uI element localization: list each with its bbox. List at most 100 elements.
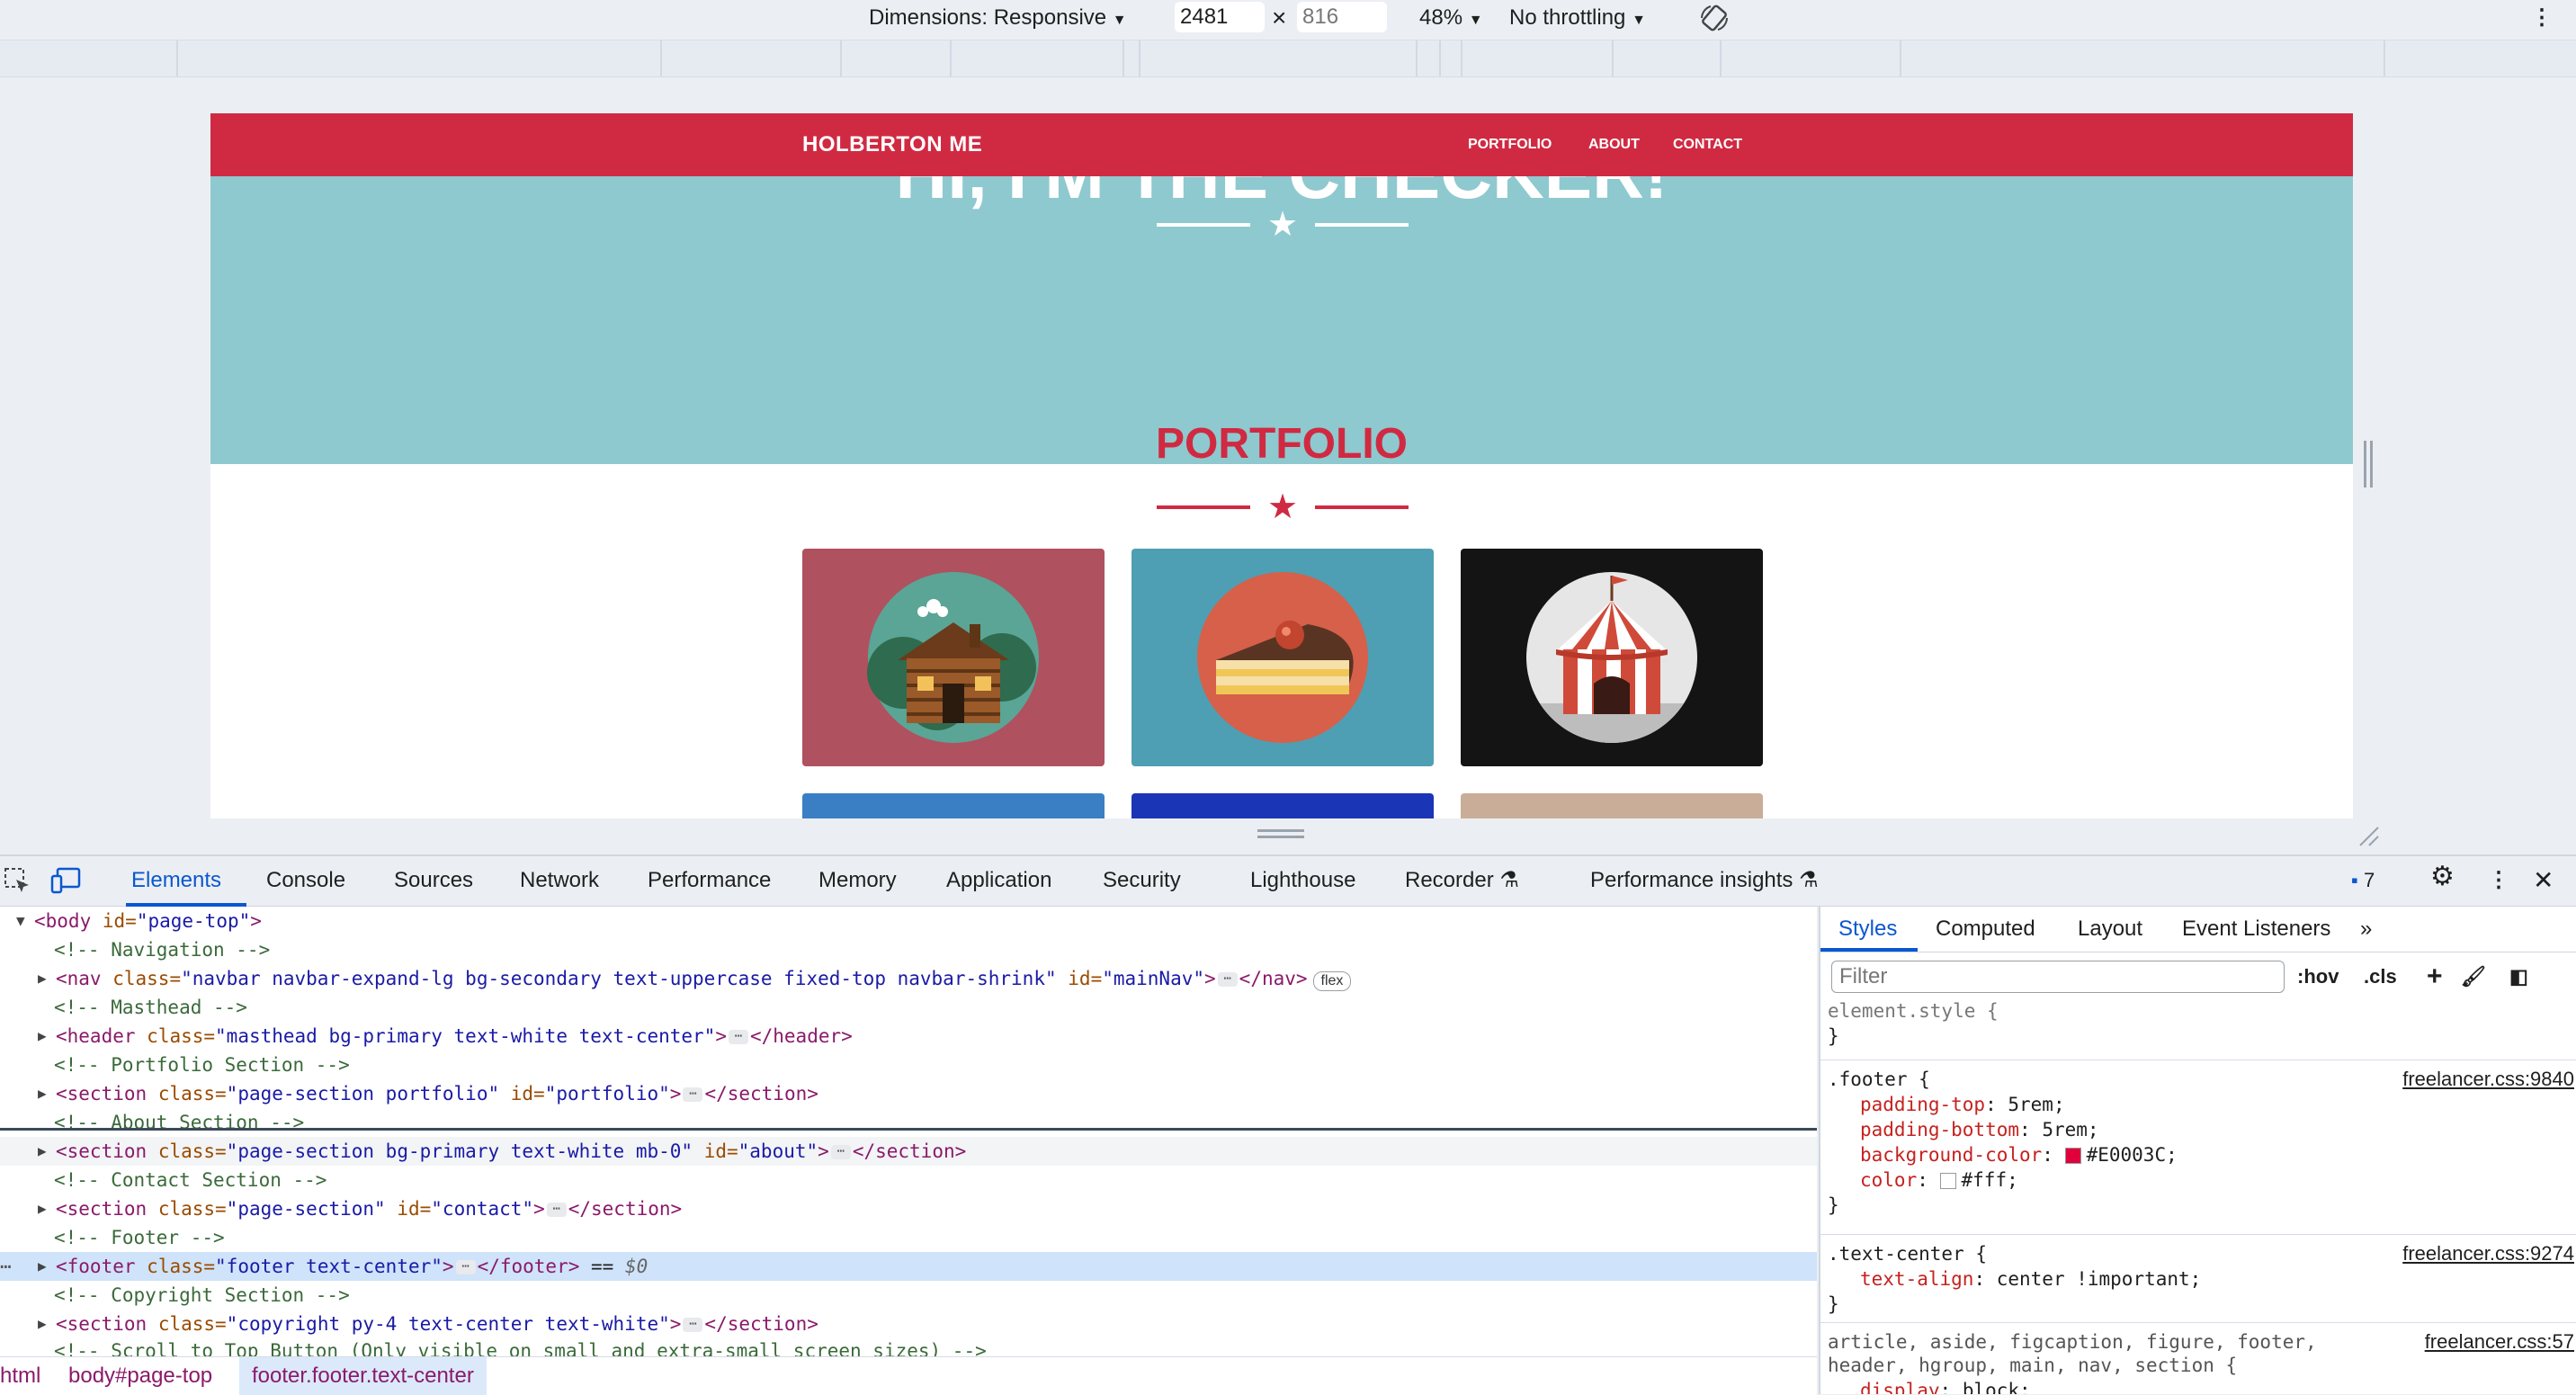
dom-comment[interactable]: <!-- Footer --> — [0, 1223, 1817, 1252]
ellipsis-icon[interactable]: ⋯ — [546, 1203, 567, 1217]
corner-resize-handle[interactable] — [2357, 824, 2380, 847]
class-toggle[interactable]: .cls — [2364, 961, 2397, 993]
rule-text-center[interactable]: .text-center { freelancer.css:9274 text-… — [1820, 1241, 2576, 1322]
color-swatch[interactable] — [1939, 1173, 1956, 1189]
viewport-resize-handle[interactable] — [2364, 441, 2373, 487]
css-declaration[interactable]: color: #fff; — [1860, 1167, 2018, 1193]
tab-layout[interactable]: Layout — [2078, 914, 2142, 944]
styles-filter-input[interactable]: Filter — [1831, 961, 2285, 993]
breadcrumb-html[interactable]: html — [0, 1357, 40, 1395]
portfolio-item-circus[interactable] — [1461, 549, 1763, 766]
color-swatch[interactable] — [2064, 1148, 2081, 1164]
brand-link[interactable]: HOLBERTON ME — [802, 128, 982, 162]
dom-node-section-contact[interactable]: ▶ <section class="page-section" id="cont… — [0, 1194, 1817, 1223]
tab-performance-insights[interactable]: Performance insights ⚗ — [1590, 865, 1819, 896]
rule-block-elements[interactable]: article, aside, figcaption, figure, foot… — [1820, 1329, 2576, 1394]
hover-state-toggle[interactable]: :hov — [2297, 961, 2339, 993]
expand-triangle-icon[interactable]: ▶ — [38, 1022, 52, 1051]
ellipsis-icon[interactable]: ⋯ — [683, 1087, 703, 1102]
rule-element-style[interactable]: element.style { } — [1820, 998, 2576, 1052]
star-icon: ★ — [1266, 488, 1299, 526]
toggle-sidebar-icon[interactable]: ◧ — [2509, 961, 2528, 993]
tab-memory[interactable]: Memory — [818, 865, 897, 896]
tab-security[interactable]: Security — [1103, 865, 1181, 896]
dom-comment[interactable]: <!-- About Section --> — [0, 1108, 1817, 1137]
source-link[interactable]: freelancer.css:9274 — [2402, 1241, 2574, 1266]
dom-comment[interactable]: <!-- Contact Section --> — [0, 1166, 1817, 1194]
width-input[interactable]: 2481 — [1175, 2, 1265, 32]
height-input[interactable]: 816 — [1297, 2, 1387, 32]
ellipsis-icon[interactable]: ⋯ — [455, 1260, 476, 1274]
chevron-right-icon[interactable]: » — [2360, 914, 2372, 944]
expand-triangle-icon[interactable]: ▶ — [38, 1194, 52, 1223]
paint-brush-icon[interactable]: 🖌 — [2461, 961, 2486, 993]
dom-node-body[interactable]: ▼ <body id="page-top"> — [0, 907, 1817, 935]
device-toolbar-icon[interactable] — [50, 867, 81, 894]
dom-comment[interactable]: <!-- Copyright Section --> — [0, 1281, 1817, 1310]
expand-triangle-icon[interactable]: ▶ — [38, 1252, 52, 1281]
close-icon[interactable]: ✕ — [2533, 865, 2554, 896]
nav-link-portfolio[interactable]: PORTFOLIO — [1468, 135, 1552, 155]
portfolio-item-cabin[interactable] — [802, 549, 1105, 766]
portfolio-item-5[interactable] — [1131, 793, 1434, 818]
dom-node-footer-selected[interactable]: ⋯ ▶ <footer class="footer text-center"> ⋯… — [0, 1252, 1817, 1281]
dom-node-header[interactable]: ▶ <header class="masthead bg-primary tex… — [0, 1022, 1817, 1051]
portfolio-item-cake[interactable] — [1131, 549, 1434, 766]
tab-console[interactable]: Console — [266, 865, 345, 896]
source-link[interactable]: freelancer.css:9840 — [2402, 1067, 2574, 1092]
nav-link-about[interactable]: ABOUT — [1588, 135, 1640, 155]
tab-recorder[interactable]: Recorder ⚗ — [1405, 865, 1519, 896]
rotate-icon[interactable] — [1698, 2, 1731, 34]
expand-triangle-icon[interactable]: ▶ — [38, 1079, 52, 1108]
expand-triangle-icon[interactable]: ▶ — [38, 1137, 52, 1166]
add-rule-icon[interactable]: + — [2427, 961, 2443, 993]
ellipsis-icon[interactable]: ⋯ — [683, 1318, 703, 1332]
ellipsis-icon[interactable]: ⋯ — [1217, 972, 1238, 987]
dom-node-section-copyright[interactable]: ▶ <section class="copyright py-4 text-ce… — [0, 1310, 1817, 1338]
expand-triangle-icon[interactable]: ▶ — [38, 1310, 52, 1338]
dom-node-section-about[interactable]: ▶ <section class="page-section bg-primar… — [0, 1137, 1817, 1166]
collapse-triangle-icon[interactable]: ▼ — [16, 907, 31, 935]
media-query-ruler[interactable] — [0, 40, 2576, 77]
dom-comment[interactable]: <!-- Portfolio Section --> — [0, 1051, 1817, 1079]
source-link[interactable]: freelancer.css:57 — [2425, 1329, 2574, 1355]
dimensions-dropdown[interactable]: Dimensions: Responsive ▼ — [869, 4, 1127, 35]
drawer-resize-handle[interactable] — [1257, 827, 1304, 840]
ellipsis-icon[interactable]: ⋯ — [830, 1145, 851, 1159]
dom-comment[interactable]: <!-- Scroll to Top Button (Only visible … — [0, 1337, 1817, 1356]
flex-badge[interactable]: flex — [1312, 971, 1352, 991]
css-declaration[interactable]: text-align: center !important; — [1860, 1266, 2201, 1292]
tab-performance[interactable]: Performance — [648, 865, 771, 896]
tab-styles[interactable]: Styles — [1838, 914, 1897, 944]
tab-elements[interactable]: Elements — [131, 865, 221, 896]
inspect-element-icon[interactable] — [4, 867, 31, 894]
more-options-icon[interactable]: ⋮ — [2531, 4, 2553, 32]
breadcrumb-body[interactable]: body#page-top — [68, 1357, 212, 1395]
throttling-dropdown[interactable]: No throttling ▼ — [1509, 4, 1646, 35]
zoom-dropdown[interactable]: 48% ▼ — [1419, 4, 1483, 35]
dom-node-nav[interactable]: ▶ <nav class="navbar navbar-expand-lg bg… — [0, 964, 1817, 993]
nav-link-contact[interactable]: CONTACT — [1673, 135, 1742, 155]
css-declaration[interactable]: display: block; — [1860, 1378, 2031, 1394]
css-declaration[interactable]: background-color: #E0003C; — [1860, 1142, 2178, 1167]
rule-footer[interactable]: .footer { freelancer.css:9840 padding-to… — [1820, 1067, 2576, 1229]
tab-computed[interactable]: Computed — [1936, 914, 2035, 944]
ellipsis-icon[interactable]: ⋯ — [728, 1030, 748, 1044]
settings-gear-icon[interactable]: ⚙ — [2430, 862, 2455, 892]
tab-lighthouse[interactable]: Lighthouse — [1250, 865, 1355, 896]
tab-application[interactable]: Application — [946, 865, 1051, 896]
breadcrumb-footer[interactable]: footer.footer.text-center — [239, 1357, 487, 1395]
css-declaration[interactable]: padding-bottom: 5rem; — [1860, 1117, 2099, 1142]
tab-network[interactable]: Network — [520, 865, 599, 896]
tab-sources[interactable]: Sources — [394, 865, 473, 896]
css-declaration[interactable]: padding-top: 5rem; — [1860, 1092, 2065, 1117]
tab-event-listeners[interactable]: Event Listeners — [2182, 914, 2330, 944]
issues-counter[interactable]: ▪ 7 — [2351, 865, 2375, 896]
more-options-icon[interactable]: ⋮ — [2488, 865, 2509, 896]
expand-triangle-icon[interactable]: ▶ — [38, 964, 52, 993]
dom-comment[interactable]: <!-- Masthead --> — [0, 993, 1817, 1022]
portfolio-item-6[interactable] — [1461, 793, 1763, 818]
dom-comment[interactable]: <!-- Navigation --> — [0, 935, 1817, 964]
dom-node-section-portfolio[interactable]: ▶ <section class="page-section portfolio… — [0, 1079, 1817, 1108]
portfolio-item-4[interactable] — [802, 793, 1105, 818]
